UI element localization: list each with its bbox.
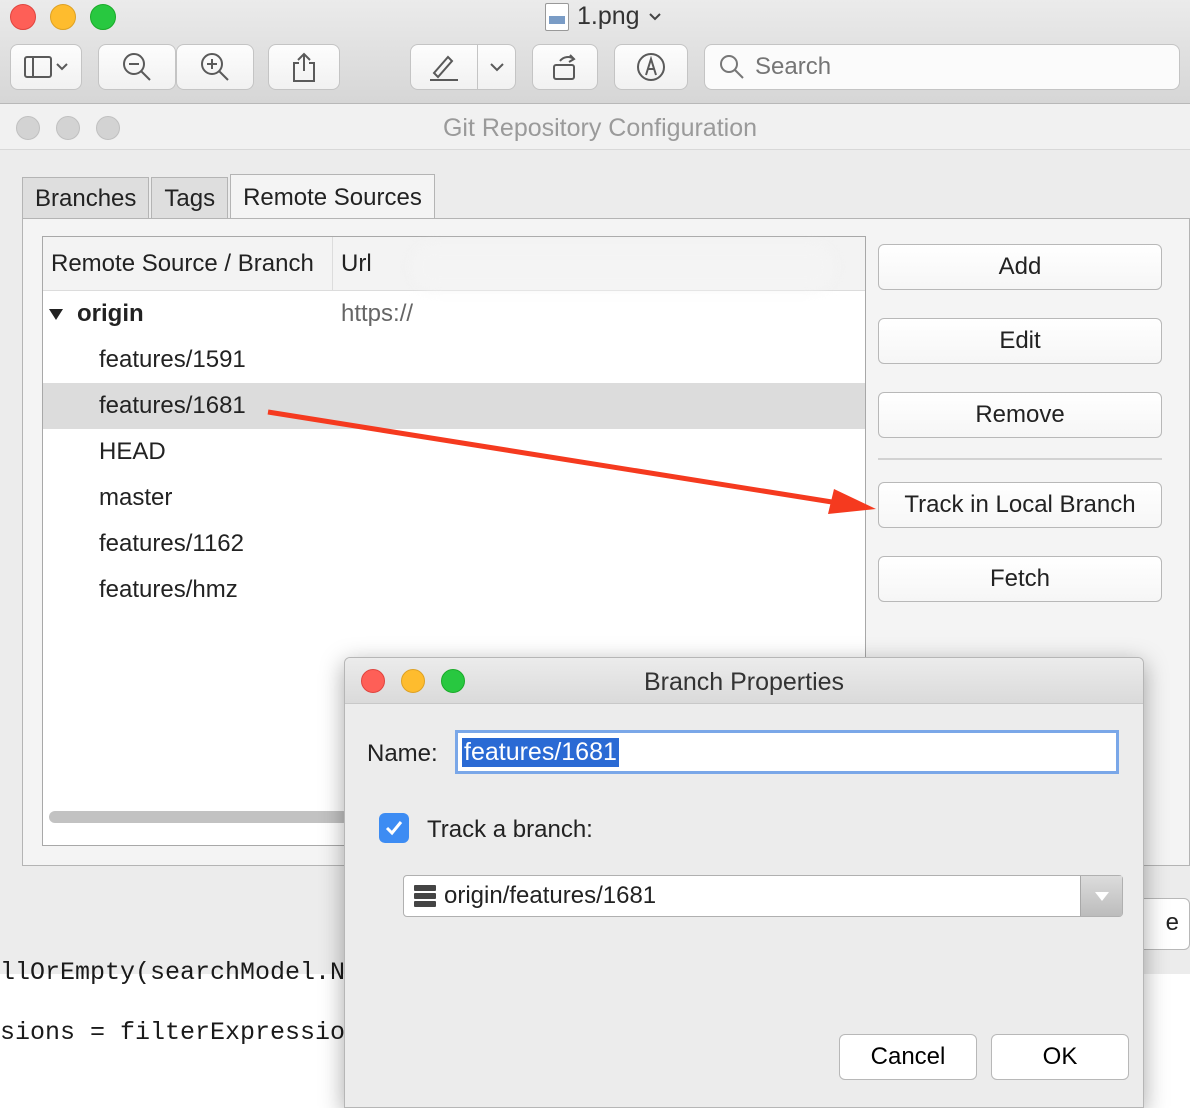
cancel-button[interactable]: Cancel: [839, 1034, 977, 1080]
tab-branches[interactable]: Branches: [22, 177, 150, 219]
tree-row-branch[interactable]: HEAD: [43, 429, 865, 475]
markup-pen-button[interactable]: [410, 44, 478, 90]
checkmark-icon: [385, 821, 403, 836]
tree-row-branch-selected[interactable]: features/1681: [43, 383, 865, 429]
png-file-icon: [545, 2, 569, 31]
track-in-local-branch-button[interactable]: Track in Local Branch: [878, 482, 1162, 528]
remove-button[interactable]: Remove: [878, 392, 1162, 438]
tracked-branch-select[interactable]: origin/features/1681: [403, 875, 1123, 917]
sidebar-icon: [24, 56, 68, 78]
code-line-2: sions = filterExpressions: [0, 1018, 376, 1047]
tree-row-branch[interactable]: master: [43, 475, 865, 521]
share-icon: [293, 52, 315, 82]
zoom-in-button[interactable]: [176, 44, 254, 90]
dialog-titlebar: Branch Properties: [345, 658, 1143, 704]
rotate-button[interactable]: [532, 44, 598, 90]
edit-button[interactable]: Edit: [878, 318, 1162, 364]
dialog-title: Branch Properties: [643, 668, 845, 696]
horizontal-scrollbar[interactable]: [49, 811, 349, 823]
dropdown-arrow-icon[interactable]: [1080, 876, 1122, 916]
markup-options-button[interactable]: [477, 44, 516, 90]
git-window-title: Git Repository Configuration: [442, 114, 758, 142]
remote-branch-icon: [414, 885, 436, 907]
tab-tags[interactable]: Tags: [151, 177, 229, 219]
chevron-down-icon: [648, 12, 661, 20]
git-window-titlebar: Git Repository Configuration: [0, 104, 1190, 150]
share-button[interactable]: [268, 44, 340, 90]
fetch-button[interactable]: Fetch: [878, 556, 1162, 602]
name-input-selected-text: features/1681: [462, 737, 619, 767]
track-branch-checkbox[interactable]: [379, 813, 409, 843]
search-field[interactable]: [704, 44, 1180, 90]
annotate-button[interactable]: [614, 44, 688, 90]
add-button[interactable]: Add: [878, 244, 1162, 290]
tree-row-branch[interactable]: features/1591: [43, 337, 865, 383]
file-name: 1.png: [577, 2, 640, 30]
zoom-out-button[interactable]: [98, 44, 176, 90]
sidebar-toggle-button[interactable]: [10, 44, 82, 90]
zoom-in-icon: [201, 53, 229, 81]
tree-row-branch[interactable]: features/hmz: [43, 567, 865, 613]
rotate-icon: [553, 54, 576, 80]
markup-pen-circle-icon: [637, 53, 665, 81]
zoom-out-icon: [123, 53, 151, 81]
tab-remote-sources[interactable]: Remote Sources: [230, 174, 435, 220]
zoom-window-button[interactable]: [90, 4, 116, 30]
track-branch-label: Track a branch:: [427, 816, 593, 843]
search-input[interactable]: [755, 53, 1155, 81]
redacted-url-blur: [413, 245, 833, 289]
minimize-window-button[interactable]: [50, 4, 76, 30]
code-line-1: llOrEmpty(searchModel.Nam: [0, 958, 376, 987]
button-separator: [878, 458, 1162, 460]
ok-button[interactable]: OK: [991, 1034, 1129, 1080]
obscured-button-label: e: [1165, 909, 1179, 936]
highlighter-icon: [430, 55, 458, 81]
remote-name: origin: [77, 300, 144, 327]
disclosure-triangle-icon[interactable]: [49, 308, 63, 320]
tab-bar: Branches Tags Remote Sources: [22, 174, 437, 220]
column-header-url[interactable]: Url: [333, 250, 372, 278]
search-icon: [720, 55, 744, 79]
tree-row-origin[interactable]: origin https://: [43, 291, 865, 337]
tracked-branch-value: origin/features/1681: [444, 882, 657, 909]
tree-row-branch[interactable]: features/1162: [43, 521, 865, 567]
column-header-source[interactable]: Remote Source / Branch: [43, 237, 333, 290]
name-label: Name:: [367, 740, 438, 767]
chevron-down-icon: [489, 63, 504, 72]
close-window-button[interactable]: [10, 4, 36, 30]
preview-titlebar: 1.png: [0, 0, 1190, 104]
name-input[interactable]: features/1681: [455, 730, 1119, 774]
remote-url: https://: [341, 300, 414, 327]
document-title[interactable]: 1.png: [545, 2, 662, 31]
branch-properties-dialog: Branch Properties Name: features/1681 Tr…: [344, 657, 1144, 1108]
